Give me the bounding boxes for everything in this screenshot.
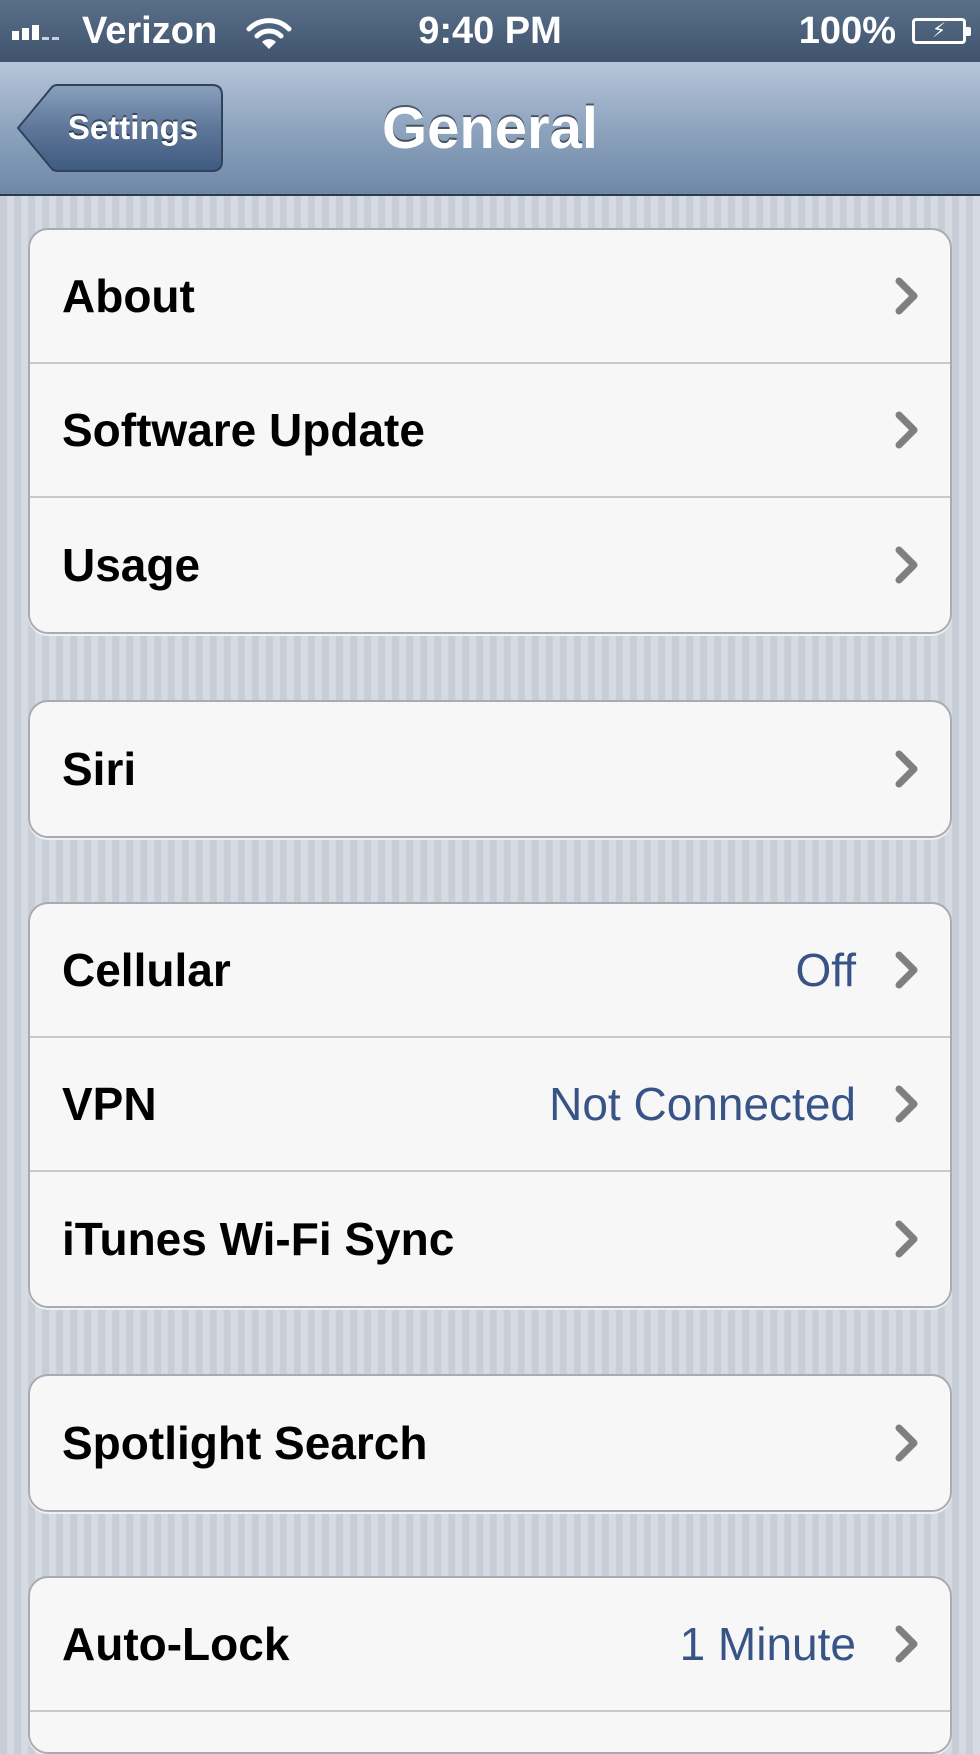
row-next-partial[interactable] [30, 1712, 950, 1752]
chevron-right-icon [895, 1625, 918, 1663]
row-value: Off [795, 944, 856, 996]
settings-group-1: About Software Update Usage [28, 228, 952, 634]
chevron-right-icon [895, 1220, 918, 1258]
settings-group-3: Cellular Off VPN Not Connected iTunes Wi… [28, 902, 952, 1308]
chevron-right-icon [895, 1085, 918, 1123]
row-auto-lock[interactable]: Auto-Lock 1 Minute [30, 1578, 950, 1712]
row-label: Usage [62, 539, 201, 591]
chevron-right-icon [895, 750, 918, 788]
page-title: General [382, 95, 598, 161]
signal-bars-icon [12, 0, 59, 62]
row-label: VPN [62, 1078, 157, 1130]
row-itunes-wifi-sync[interactable]: iTunes Wi-Fi Sync [30, 1172, 950, 1306]
row-label: Spotlight Search [62, 1417, 428, 1469]
row-label: Auto-Lock [62, 1618, 290, 1670]
chevron-right-icon [895, 951, 918, 989]
settings-group-2: Siri [28, 700, 952, 838]
chevron-right-icon [895, 411, 918, 449]
row-label: About [62, 270, 195, 322]
row-software-update[interactable]: Software Update [30, 364, 950, 498]
row-cellular[interactable]: Cellular Off [30, 904, 950, 1038]
settings-group-5: Auto-Lock 1 Minute [28, 1576, 952, 1754]
battery-charging-icon: ⚡ [912, 0, 971, 62]
row-usage[interactable]: Usage [30, 498, 950, 632]
wifi-icon [246, 4, 292, 66]
carrier-name: Verizon [82, 9, 218, 52]
row-value: 1 Minute [679, 1618, 856, 1670]
chevron-right-icon [895, 1424, 918, 1462]
back-button-label: Settings [67, 109, 199, 146]
navigation-bar: Settings General [0, 62, 980, 196]
row-spotlight-search[interactable]: Spotlight Search [30, 1376, 950, 1510]
row-value: Not Connected [549, 1078, 856, 1130]
row-about[interactable]: About [30, 230, 950, 364]
row-label: iTunes Wi-Fi Sync [62, 1213, 455, 1265]
row-label: Software Update [62, 404, 425, 456]
row-label: Cellular [62, 944, 231, 996]
status-bar: Verizon 9:40 PM 100% ⚡ [0, 0, 980, 62]
chevron-right-icon [895, 546, 918, 584]
row-vpn[interactable]: VPN Not Connected [30, 1038, 950, 1172]
settings-group-4: Spotlight Search [28, 1374, 952, 1512]
chevron-right-icon [895, 277, 918, 315]
back-button[interactable]: Settings [16, 84, 224, 172]
row-label: Siri [62, 743, 137, 795]
row-siri[interactable]: Siri [30, 702, 950, 836]
battery-percent: 100% [798, 9, 896, 52]
